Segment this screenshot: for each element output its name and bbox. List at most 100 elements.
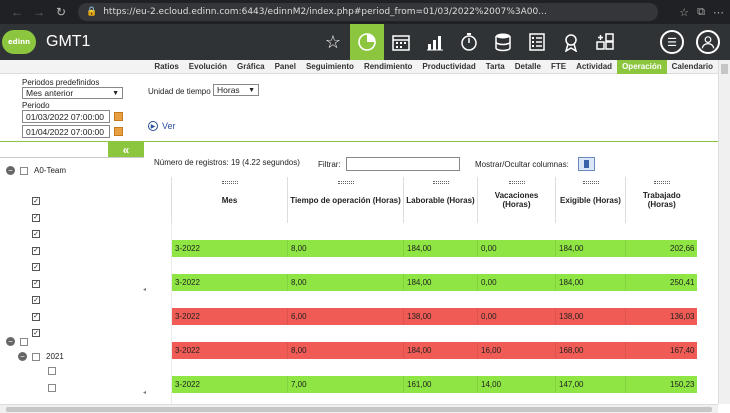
pie-chart-icon[interactable]	[350, 24, 384, 60]
tree-checkbox[interactable]: ✓	[32, 246, 40, 255]
table-row[interactable]: 3-2022 8,00 184,00 0,00 184,00 250,41	[171, 274, 697, 291]
tree-checkbox[interactable]	[48, 384, 56, 392]
award-icon[interactable]	[554, 24, 588, 60]
column-header[interactable]: Exigible (Horas)	[555, 177, 626, 223]
tree-checkbox[interactable]: ✓	[32, 296, 40, 304]
periodos-select[interactable]: Mes anterior ▼	[22, 87, 123, 99]
chevron-down-icon: ▼	[248, 86, 255, 94]
collapse-icon[interactable]: −	[18, 352, 27, 361]
tree-node-child[interactable]: ✓	[32, 329, 46, 337]
horizontal-scrollbar[interactable]	[0, 404, 718, 413]
address-bar[interactable]: 🔒 https://eu-2.ecloud.edinn.com:6443/edi…	[78, 3, 658, 21]
bar-chart-icon[interactable]	[418, 24, 452, 60]
tree-node-leaf[interactable]	[48, 384, 62, 392]
edinn-logo[interactable]: edinn	[2, 30, 36, 54]
drag-handle-icon[interactable]	[432, 181, 449, 184]
column-header[interactable]: Tiempo de operación (Horas)	[287, 177, 404, 223]
menu-item[interactable]: Operación	[617, 60, 667, 74]
period-to-input[interactable]: 01/04/2022 07:00:00	[22, 125, 110, 138]
menu-item[interactable]: Actividad	[571, 60, 617, 74]
tree-checkbox[interactable]: ✓	[32, 213, 40, 222]
stopwatch-icon[interactable]	[452, 24, 486, 60]
table-cell: 3-2022	[171, 376, 288, 393]
tree-checkbox[interactable]: ✓	[32, 329, 40, 337]
menu-item[interactable]: Gráfica	[232, 60, 270, 74]
drag-handle-icon[interactable]	[508, 181, 525, 184]
menu-item[interactable]: Productividad	[417, 60, 480, 74]
favorite-icon[interactable]: ☆	[679, 6, 689, 19]
star-icon[interactable]: ☆	[316, 24, 350, 60]
scrollbar-thumb[interactable]	[721, 64, 728, 74]
forward-icon[interactable]: →	[28, 5, 50, 19]
menu-item[interactable]: Detalle	[510, 60, 546, 74]
tree-node-leaf[interactable]	[48, 367, 62, 375]
tree-checkbox[interactable]	[20, 337, 28, 346]
extensions-icon[interactable]: ⋯	[713, 6, 724, 19]
collapse-icon[interactable]: −	[6, 166, 15, 175]
database-icon[interactable]	[486, 24, 520, 60]
drag-handle-icon[interactable]	[221, 181, 238, 184]
menu-item[interactable]: Tarta	[481, 60, 510, 74]
tree-node-child[interactable]: ✓	[32, 312, 46, 321]
menu-item[interactable]: Evolución	[184, 60, 232, 74]
unidad-tiempo-select[interactable]: Horas ▼	[213, 84, 259, 96]
drag-handle-icon[interactable]	[582, 181, 599, 184]
user-profile-icon[interactable]	[696, 30, 720, 54]
calendar-picker-icon[interactable]	[114, 112, 123, 121]
tree-checkbox[interactable]: ✓	[32, 197, 40, 205]
tree-node-year[interactable]: − 2021	[18, 352, 64, 361]
scrollbar-thumb[interactable]	[6, 407, 712, 412]
back-icon[interactable]: ←	[6, 5, 28, 19]
ver-button[interactable]: ▶ Ver	[148, 121, 176, 131]
tree-node-child[interactable]: ✓	[32, 213, 46, 222]
menu-item[interactable]: Panel	[270, 60, 301, 74]
tree-checkbox[interactable]: ✓	[32, 263, 40, 271]
tree-checkbox[interactable]	[48, 367, 56, 375]
tree-checkbox[interactable]: ✓	[32, 230, 40, 238]
drag-handle-icon[interactable]	[653, 181, 670, 184]
menu-item[interactable]: Ratios	[149, 60, 183, 74]
records-count: 19	[230, 158, 240, 167]
collapse-tree-button[interactable]: «	[108, 142, 144, 157]
tree-checkbox[interactable]	[32, 352, 40, 361]
menu-item[interactable]: Calendario	[667, 60, 718, 74]
column-header-label: Trabajado (Horas)	[642, 191, 681, 209]
table-row[interactable]: 3-2022 8,00 184,00 0,00 184,00 202,66	[171, 240, 697, 257]
tree-node-child[interactable]: ✓	[32, 230, 46, 238]
column-header[interactable]: Vacaciones (Horas)	[477, 177, 556, 223]
tree-node-child[interactable]: ✓	[32, 197, 46, 205]
menu-item[interactable]: Seguimiento	[301, 60, 359, 74]
table-row[interactable]: 3-2022 6,00 138,00 0,00 138,00 136,03	[171, 308, 697, 325]
tree-checkbox[interactable]	[20, 166, 28, 175]
tree-node-child[interactable]: ✓	[32, 296, 46, 304]
table-row[interactable]: 3-2022 8,00 184,00 16,00 168,00 167,40	[171, 342, 697, 359]
menu-item[interactable]: Rendimiento	[359, 60, 417, 74]
filter-input[interactable]	[346, 157, 460, 171]
columns-toggle-icon[interactable]	[578, 157, 595, 171]
checklist-icon[interactable]	[520, 24, 554, 60]
tree-node-child[interactable]: ✓	[32, 279, 46, 288]
calendar-picker-icon[interactable]	[114, 127, 123, 136]
collapse-icon[interactable]: −	[6, 337, 15, 346]
tree-node-child[interactable]: ✓	[32, 263, 46, 271]
hamburger-menu-icon[interactable]: ☰	[660, 30, 684, 54]
table-cell: 161,00	[403, 376, 478, 393]
modules-icon[interactable]	[588, 24, 622, 60]
menu-item[interactable]: FTE	[546, 60, 571, 74]
column-header[interactable]: Laborable (Horas)	[403, 177, 478, 223]
column-header[interactable]: Trabajado (Horas)	[625, 177, 697, 223]
tree-checkbox[interactable]: ✓	[32, 312, 40, 321]
drag-handle-icon[interactable]	[337, 181, 354, 184]
collections-icon[interactable]: ⧉	[697, 6, 705, 19]
calendar-icon[interactable]	[384, 24, 418, 60]
tree-node-root[interactable]: − A0-Team	[6, 166, 66, 175]
tree-node-child[interactable]: ✓	[32, 246, 46, 255]
table-row[interactable]: 3-2022 7,00 161,00 14,00 147,00 150,23	[171, 376, 697, 393]
tree-checkbox[interactable]: ✓	[32, 279, 40, 288]
tree-node-group[interactable]: −	[6, 337, 34, 346]
table-cell: 6,00	[287, 308, 404, 325]
column-header[interactable]: Mes	[171, 177, 288, 223]
reload-icon[interactable]: ↻	[50, 5, 72, 19]
period-from-input[interactable]: 01/03/2022 07:00:00	[22, 110, 110, 123]
vertical-scrollbar[interactable]	[718, 60, 730, 404]
